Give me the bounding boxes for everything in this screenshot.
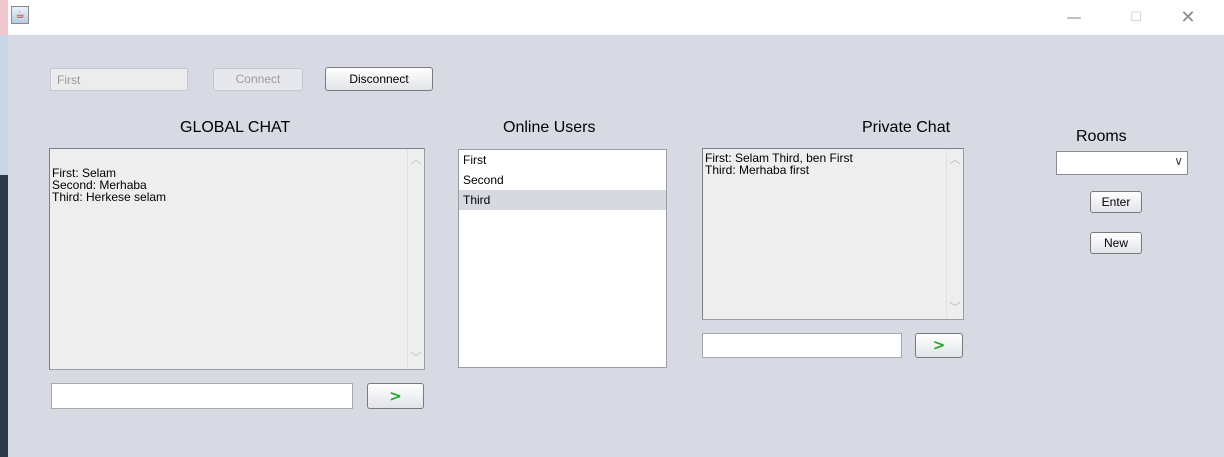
private-message-input[interactable] (702, 333, 902, 358)
private-chat-title: Private Chat (862, 119, 951, 136)
disconnect-button[interactable]: Disconnect (325, 67, 433, 91)
send-arrow-icon: > (932, 336, 946, 354)
private-send-button[interactable]: > (915, 333, 963, 358)
connect-button[interactable]: Connect (213, 68, 303, 91)
scroll-up-icon[interactable]: ︿ (947, 151, 963, 167)
close-button[interactable]: ✕ (1165, 0, 1211, 35)
rooms-title: Rooms (1076, 128, 1127, 145)
user-list-item[interactable]: Third (459, 190, 666, 210)
global-chat-messages: First: Selam Second: Merhaba Third: Herk… (52, 166, 167, 204)
maximize-button[interactable]: ☐ (1113, 0, 1159, 35)
scroll-up-icon[interactable]: ︿ (408, 151, 424, 167)
java-app-icon[interactable]: ☕ (11, 6, 29, 24)
chat-client-window: ☕ — ☐ ✕ Connect Disconnect GLOBAL CHAT O… (8, 0, 1224, 457)
private-chat-log[interactable]: First: Selam Third, ben First Third: Mer… (702, 148, 964, 320)
desktop-fragment (0, 0, 8, 35)
scroll-down-icon[interactable]: ﹀ (408, 349, 424, 365)
desktop-fragment (0, 35, 8, 175)
enter-room-button[interactable]: Enter (1090, 191, 1142, 213)
global-chat-scrollbar[interactable]: ︿ ﹀ (407, 149, 424, 369)
user-list-item[interactable]: Second (459, 170, 666, 190)
chevron-down-icon[interactable]: ∨ (1174, 154, 1183, 168)
online-users-title: Online Users (503, 119, 596, 136)
send-arrow-icon: > (389, 387, 402, 405)
private-chat-messages: First: Selam Third, ben First Third: Mer… (705, 151, 853, 177)
username-field[interactable] (50, 68, 188, 91)
scroll-down-icon[interactable]: ﹀ (947, 299, 963, 315)
title-bar[interactable]: ☕ — ☐ ✕ (8, 0, 1224, 35)
minimize-button[interactable]: — (1051, 0, 1097, 35)
user-list-item[interactable]: First (459, 150, 666, 170)
new-room-button[interactable]: New (1090, 232, 1142, 254)
desktop-fragment (0, 175, 8, 457)
global-chat-title: GLOBAL CHAT (180, 119, 291, 136)
room-dropdown[interactable]: ∨ (1056, 151, 1188, 175)
private-chat-scrollbar[interactable]: ︿ ﹀ (946, 149, 963, 319)
global-send-button[interactable]: > (367, 383, 424, 409)
desktop-edge (0, 0, 8, 457)
global-chat-log[interactable]: First: Selam Second: Merhaba Third: Herk… (49, 148, 425, 370)
global-message-input[interactable] (51, 383, 353, 409)
window-bottom-edge (8, 453, 1224, 457)
online-users-list[interactable]: First Second Third (458, 149, 667, 368)
